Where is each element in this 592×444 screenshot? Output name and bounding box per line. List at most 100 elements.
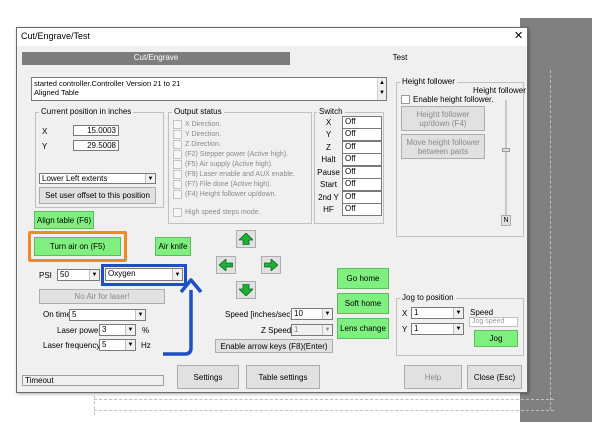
laser-frequency-select[interactable]: 5 ▼: [99, 339, 136, 351]
psi-label: PSI: [39, 271, 52, 280]
chevron-down-icon[interactable]: ▼: [125, 340, 135, 350]
switch-value: Off: [342, 115, 382, 129]
laser-enable-label: (F9) Laser enable and AUX enable.: [185, 170, 295, 178]
high-speed-checkbox[interactable]: [173, 207, 182, 217]
chevron-down-icon[interactable]: ▼: [89, 270, 99, 280]
chevron-down-icon[interactable]: ▼: [453, 308, 463, 318]
move-height-follower-button[interactable]: Move height follower between parts: [401, 134, 485, 159]
switch-label: Halt: [321, 155, 336, 165]
x-label: X: [42, 127, 48, 136]
stepper-power-checkbox[interactable]: [173, 149, 182, 159]
switch-value: Off: [342, 190, 382, 204]
file-done-checkbox[interactable]: [173, 179, 182, 189]
chevron-down-icon[interactable]: ▼: [453, 324, 463, 334]
enable-height-follower-checkbox[interactable]: [401, 95, 410, 104]
enable-height-follower-label: Enable height follower.: [413, 95, 494, 104]
window-title: Cut/Engrave/Test: [21, 31, 91, 41]
jog-y-value: 1: [414, 324, 419, 333]
jog-button[interactable]: Jog: [474, 330, 518, 347]
soft-home-button[interactable]: Soft home: [337, 293, 389, 314]
laser-power-select[interactable]: 3 ▼: [99, 324, 136, 336]
z-direction-checkbox[interactable]: [173, 139, 182, 149]
switch-label: HF: [323, 205, 334, 215]
z-speed-select[interactable]: 1 ▼: [291, 324, 333, 336]
jog-speed-input[interactable]: Jog speed: [469, 317, 518, 327]
jog-left-button[interactable]: [216, 256, 236, 274]
height-follower-output-checkbox[interactable]: [173, 189, 182, 199]
laser-power-unit: %: [142, 326, 150, 335]
height-follower-enable-row: Enable height follower.: [401, 95, 494, 104]
psi-select[interactable]: 50 ▼: [57, 269, 100, 281]
enable-arrow-keys-button[interactable]: Enable arrow keys (F8)(Enter): [215, 339, 333, 353]
chevron-down-icon[interactable]: ▼: [145, 174, 155, 183]
jog-up-button[interactable]: [236, 230, 256, 248]
height-follower-slider-track[interactable]: [505, 100, 507, 220]
help-button[interactable]: Help: [404, 365, 462, 389]
go-home-button[interactable]: Go home: [337, 268, 389, 289]
z-speed-value: 1: [294, 325, 299, 334]
jog-x-select[interactable]: 1 ▼: [411, 307, 464, 319]
y-direction-label: Y Direction.: [185, 130, 222, 138]
jog-x-value: 1: [414, 308, 419, 317]
tab-cut-engrave[interactable]: Cut/Engrave: [22, 52, 290, 65]
switch-label: Start: [320, 180, 337, 190]
settings-button[interactable]: Settings: [177, 365, 239, 389]
high-speed-label: High speed steps mode.: [185, 208, 261, 216]
log-box[interactable]: started controller.Controller Version 21…: [31, 77, 387, 101]
x-direction-label: X Direction.: [185, 120, 222, 128]
status-text: Timeout: [25, 376, 54, 385]
extents-select[interactable]: Lower Left extents ▼: [39, 173, 156, 184]
chevron-down-icon[interactable]: ▼: [322, 325, 332, 335]
height-follower-slider-thumb[interactable]: [502, 148, 510, 152]
x-direction-checkbox[interactable]: [173, 119, 182, 129]
tab-test[interactable]: Test: [291, 52, 509, 65]
air-knife-button[interactable]: Air knife: [155, 237, 191, 256]
switch-value: Off: [342, 203, 382, 217]
y-label: Y: [42, 142, 48, 151]
laser-frequency-unit: Hz: [141, 341, 151, 350]
on-time-value: 5: [72, 310, 77, 319]
speed-label: Speed [inches/sec]: [225, 310, 293, 319]
z-speed-label: Z Speed: [261, 326, 292, 335]
close-icon[interactable]: ✕: [514, 30, 523, 42]
table-settings-button[interactable]: Table settings: [246, 365, 320, 389]
jog-right-button[interactable]: [261, 256, 281, 274]
align-table-button[interactable]: Align table (F6): [34, 211, 94, 229]
background-gray-panel: [520, 18, 592, 422]
chevron-down-icon[interactable]: ▼: [322, 309, 332, 319]
y-direction-checkbox[interactable]: [173, 129, 182, 139]
close-button[interactable]: Close (Esc): [467, 365, 522, 389]
log-line: Aligned Table: [34, 88, 79, 97]
chevron-down-icon[interactable]: ▼: [125, 325, 135, 335]
dialog-window: Cut/Engrave/Test ✕ Cut/Engrave Test star…: [16, 27, 528, 393]
chevron-down-icon[interactable]: ▼: [135, 310, 145, 320]
switch-value: Off: [342, 153, 382, 167]
background-guide-line: [550, 70, 551, 410]
jog-speed-label: Speed: [470, 308, 494, 317]
on-time-select[interactable]: 5 ▼: [69, 309, 146, 321]
speed-select[interactable]: 10 ▼: [291, 308, 333, 320]
output-status-list: X Direction. Y Direction. Z Direction. (…: [173, 119, 309, 217]
y-position-field[interactable]: 29.5008: [73, 140, 119, 151]
turn-air-on-button[interactable]: Turn air on (F5): [34, 237, 121, 256]
log-scrollbar[interactable]: ▲ ▼: [377, 78, 386, 100]
jog-y-select[interactable]: 1 ▼: [411, 323, 464, 335]
height-follower-up-down-button[interactable]: Height follower up/down (F4): [401, 106, 485, 131]
status-bar: Timeout: [22, 375, 164, 386]
switch-legend: Switch: [317, 107, 345, 116]
x-position-field[interactable]: 15.0003: [73, 125, 119, 136]
height-follower-slider-button[interactable]: N: [501, 215, 511, 226]
set-user-offset-button[interactable]: Set user offset to this position: [39, 187, 156, 204]
air-supply-checkbox[interactable]: [173, 159, 182, 169]
blue-annotation-arrow: [163, 278, 203, 356]
air-supply-label: (F5) Air supply (Active high).: [185, 160, 273, 168]
arrow-down-icon: [239, 284, 253, 296]
no-air-for-laser-button[interactable]: No Air for laser!: [39, 289, 165, 304]
laser-enable-checkbox[interactable]: [173, 169, 182, 179]
z-direction-label: Z Direction.: [185, 140, 221, 148]
lens-change-button[interactable]: Lens change: [337, 318, 389, 339]
jog-down-button[interactable]: [236, 281, 256, 299]
speed-value: 10: [294, 309, 303, 318]
switch-label: X: [325, 117, 332, 127]
arrow-up-icon: [239, 233, 253, 245]
